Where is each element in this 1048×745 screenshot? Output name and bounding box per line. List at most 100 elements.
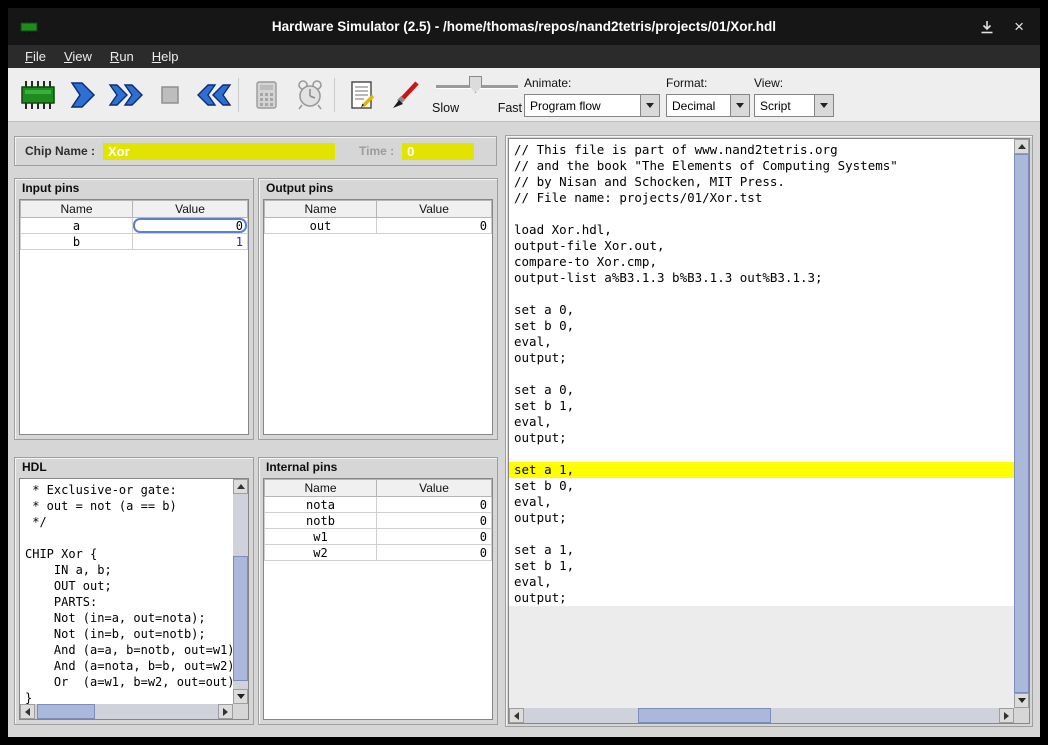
clock-button[interactable] [288, 73, 332, 117]
script-line: set a 0, [509, 302, 1014, 318]
table-header-row: Name Value [265, 480, 492, 497]
scrollbar-corner [233, 704, 248, 719]
menu-item[interactable]: View [55, 47, 101, 66]
menu-item[interactable]: Help [143, 47, 188, 66]
animate-dropdown-button[interactable] [640, 95, 659, 116]
triangle-up-icon [237, 484, 245, 489]
calculator-icon [249, 78, 283, 112]
script-view[interactable]: // This file is part of www.nand2tetris.… [509, 139, 1014, 708]
scrollbar-thumb[interactable] [233, 556, 248, 681]
animate-label: Animate: [524, 76, 660, 90]
triangle-down-icon [1018, 698, 1026, 703]
scrollbar-corner [1014, 708, 1029, 723]
clear-button[interactable] [384, 73, 428, 117]
window-title: Hardware Simulator (2.5) - /home/thomas/… [8, 19, 1040, 34]
reset-button[interactable] [192, 73, 236, 117]
script-horizontal-scrollbar[interactable] [509, 708, 1014, 723]
scroll-up-button[interactable] [1014, 139, 1029, 154]
scrollbar-track[interactable] [233, 494, 248, 689]
script-line: set a 0, [509, 382, 1014, 398]
chip-name-field[interactable]: Xor [103, 143, 335, 160]
scrollbar-thumb[interactable] [638, 708, 771, 723]
menu-item[interactable]: File [16, 47, 55, 66]
script-line: output; [509, 430, 1014, 446]
pin-value[interactable]: 0 [133, 218, 248, 234]
scroll-left-button[interactable] [20, 704, 35, 719]
hdl-line: Not (in=a, out=nota); [25, 610, 233, 626]
calculator-button[interactable] [244, 73, 288, 117]
time-field: 0 [402, 143, 474, 160]
load-chip-button[interactable] [16, 73, 60, 117]
script-line: eval, [509, 494, 1014, 510]
column-header-value: Value [133, 201, 248, 218]
hdl-line: } [25, 690, 233, 704]
script-line: set b 0, [509, 478, 1014, 494]
pin-row: w1 0 [265, 529, 492, 545]
script-line: compare-to Xor.cmp, [509, 254, 1014, 270]
script-line: set b 0, [509, 318, 1014, 334]
view-dropdown-button[interactable] [814, 95, 833, 116]
pin-value[interactable]: 0 [377, 529, 492, 545]
hdl-line [25, 530, 233, 546]
run-button[interactable] [104, 73, 148, 117]
stop-button[interactable] [148, 73, 192, 117]
animate-select[interactable]: Program flow [524, 94, 660, 117]
single-step-button[interactable] [60, 73, 104, 117]
script-vertical-scrollbar[interactable] [1014, 139, 1029, 708]
view-label: View: [754, 76, 834, 90]
scrollbar-thumb[interactable] [1014, 154, 1029, 693]
pin-value[interactable]: 0 [377, 218, 492, 234]
minimize-download-icon[interactable] [980, 20, 994, 34]
close-icon[interactable]: × [1014, 18, 1024, 35]
scrollbar-thumb[interactable] [37, 704, 96, 719]
scroll-down-button[interactable] [233, 689, 248, 704]
script-line: eval, [509, 334, 1014, 350]
script-document-icon [345, 78, 379, 112]
table-header-row: Name Value [265, 201, 492, 218]
triangle-left-icon [514, 712, 519, 720]
scroll-right-button[interactable] [218, 704, 233, 719]
speed-slider[interactable]: Slow Fast [432, 72, 522, 118]
view-hdl-button[interactable] [340, 73, 384, 117]
format-select[interactable]: Decimal [666, 94, 750, 117]
scrollbar-track[interactable] [35, 704, 218, 719]
slider-fast-label: Fast [498, 101, 522, 115]
scroll-left-button[interactable] [509, 708, 524, 723]
input-pins-title: Input pins [22, 181, 79, 195]
hdl-code-view[interactable]: * Exclusive-or gate: * out = not (a == b… [20, 479, 233, 704]
triangle-down-icon [237, 694, 245, 699]
rewind-icon [196, 78, 232, 112]
script-line: load Xor.hdl, [509, 222, 1014, 238]
script-line: output; [509, 590, 1014, 606]
scrollbar-track[interactable] [524, 708, 999, 723]
input-pins-table: Name Value a 0 b 1 [20, 200, 248, 250]
hdl-horizontal-scrollbar[interactable] [20, 704, 233, 719]
view-select[interactable]: Script [754, 94, 834, 117]
clock-icon [293, 78, 327, 112]
format-label: Format: [666, 76, 750, 90]
hdl-line: PARTS: [25, 594, 233, 610]
format-dropdown-button[interactable] [730, 95, 749, 116]
triangle-left-icon [25, 708, 30, 716]
pin-value[interactable]: 0 [377, 545, 492, 561]
animate-group: Animate: Program flow [524, 76, 660, 117]
scroll-down-button[interactable] [1014, 693, 1029, 708]
pin-value[interactable]: 0 [377, 497, 492, 513]
menu-item[interactable]: Run [101, 47, 143, 66]
hardware-simulator-window: { "window": { "title": "Hardware Simulat… [0, 0, 1048, 745]
slider-thumb[interactable] [469, 76, 482, 93]
column-header-value: Value [377, 201, 492, 218]
scroll-right-button[interactable] [999, 708, 1014, 723]
toolbar: Slow Fast Animate: Program flow Format: … [8, 68, 1040, 122]
pin-value[interactable]: 1 [133, 234, 248, 250]
pin-row: w2 0 [265, 545, 492, 561]
view-group: View: Script [754, 76, 834, 117]
hdl-panel: HDL * Exclusive-or gate: * out = not (a … [14, 457, 254, 725]
hdl-line: CHIP Xor { [25, 546, 233, 562]
scrollbar-track[interactable] [1014, 154, 1029, 693]
hdl-vertical-scrollbar[interactable] [233, 479, 248, 704]
script-line [509, 366, 1014, 382]
hdl-line: OUT out; [25, 578, 233, 594]
scroll-up-button[interactable] [233, 479, 248, 494]
pin-value[interactable]: 0 [377, 513, 492, 529]
